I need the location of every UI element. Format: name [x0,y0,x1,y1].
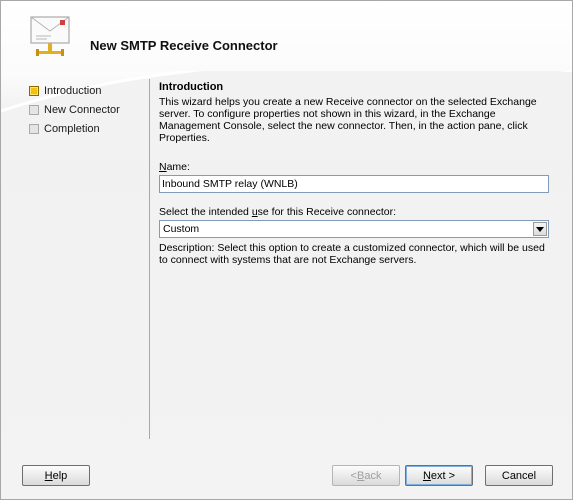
name-input[interactable] [159,175,549,193]
chevron-down-icon [536,226,544,232]
intended-use-selected-value: Custom [163,223,200,235]
wizard-steps-nav: Introduction New Connector Completion [29,81,144,138]
wizard-window: New SMTP Receive Connector Introduction … [0,0,573,500]
nav-step-label: Introduction [44,84,102,97]
nav-step-label: Completion [44,122,100,135]
intro-text: This wizard helps you create a new Recei… [159,96,537,144]
connector-envelope-icon [30,16,70,56]
page-title: New SMTP Receive Connector [90,38,278,53]
step-pending-marker-icon [29,104,39,115]
step-pending-marker-icon [29,123,39,134]
nav-step-introduction: Introduction [29,81,144,100]
intended-use-label: Select the intended use for this Receive… [159,206,396,218]
intended-use-select[interactable]: Custom [159,220,549,238]
dropdown-button[interactable] [533,222,547,236]
section-title: Introduction [159,81,224,93]
help-button[interactable]: Help [22,465,90,486]
name-label: Name: [159,161,190,173]
intended-use-description: Description: Select this option to creat… [159,242,545,266]
nav-divider [149,79,150,439]
next-button[interactable]: Next > [405,465,473,486]
nav-step-new-connector: New Connector [29,100,144,119]
back-button[interactable]: < Back [332,465,400,486]
nav-step-completion: Completion [29,119,144,138]
cancel-button[interactable]: Cancel [485,465,553,486]
nav-step-label: New Connector [44,103,120,116]
wizard-main-panel: Introduction This wizard helps you creat… [159,81,551,266]
wizard-header: New SMTP Receive Connector [1,1,572,71]
step-active-marker-icon [29,85,39,96]
